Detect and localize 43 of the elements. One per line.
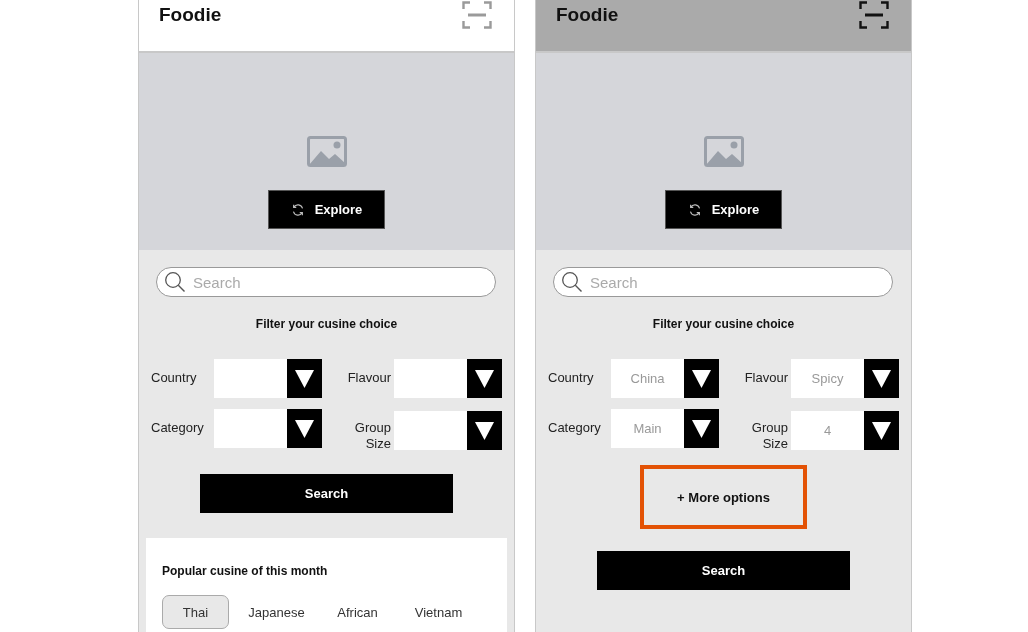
search-field[interactable]: Search bbox=[156, 267, 496, 297]
filter-label: Category bbox=[548, 420, 601, 436]
cuisine-option[interactable]: Vietnam bbox=[405, 595, 472, 629]
filter-title: Filter your cusine choice bbox=[652, 317, 795, 331]
caret-icon bbox=[684, 409, 719, 448]
scan-icon[interactable] bbox=[859, 1, 889, 29]
filter-label: Group Size bbox=[750, 420, 788, 452]
filter-title: Filter your cusine choice bbox=[255, 317, 398, 331]
dropdown[interactable] bbox=[394, 359, 502, 398]
image-icon bbox=[703, 136, 744, 167]
filter-label: Category bbox=[151, 420, 204, 436]
app-title: Foodie bbox=[556, 3, 619, 27]
dropdown[interactable] bbox=[394, 411, 502, 450]
search-field[interactable]: Search bbox=[553, 267, 893, 297]
caret-icon bbox=[287, 409, 322, 448]
refresh-icon bbox=[687, 202, 702, 217]
caret-icon bbox=[467, 411, 502, 450]
refresh-icon bbox=[290, 202, 305, 217]
search-icon bbox=[164, 271, 186, 293]
cuisine-option[interactable]: Japanese bbox=[243, 595, 310, 629]
explore-button[interactable]: Explore bbox=[268, 190, 385, 229]
app-title: Foodie bbox=[159, 3, 222, 27]
image-icon bbox=[306, 136, 347, 167]
caret-icon bbox=[287, 359, 322, 398]
filter-label: Flavour bbox=[347, 370, 391, 386]
cuisine-option[interactable]: African bbox=[324, 595, 391, 629]
filter-label: Country bbox=[151, 370, 197, 386]
cuisine-option[interactable]: Thai bbox=[162, 595, 229, 629]
caret-icon bbox=[864, 411, 899, 450]
explore-button[interactable]: Explore bbox=[665, 190, 782, 229]
filter-label: Country bbox=[548, 370, 594, 386]
more-options-button[interactable]: + More options bbox=[640, 465, 807, 529]
filter-label: Flavour bbox=[744, 370, 788, 386]
dropdown[interactable] bbox=[214, 359, 322, 398]
caret-icon bbox=[684, 359, 719, 398]
search-button[interactable]: Search bbox=[597, 551, 850, 590]
filter-label: Group Size bbox=[353, 420, 391, 452]
search-icon bbox=[561, 271, 583, 293]
section-title: Popular cusine of this month bbox=[162, 564, 329, 578]
caret-icon bbox=[467, 359, 502, 398]
dropdown[interactable] bbox=[214, 409, 322, 448]
search-button[interactable]: Search bbox=[200, 474, 453, 513]
caret-icon bbox=[864, 359, 899, 398]
